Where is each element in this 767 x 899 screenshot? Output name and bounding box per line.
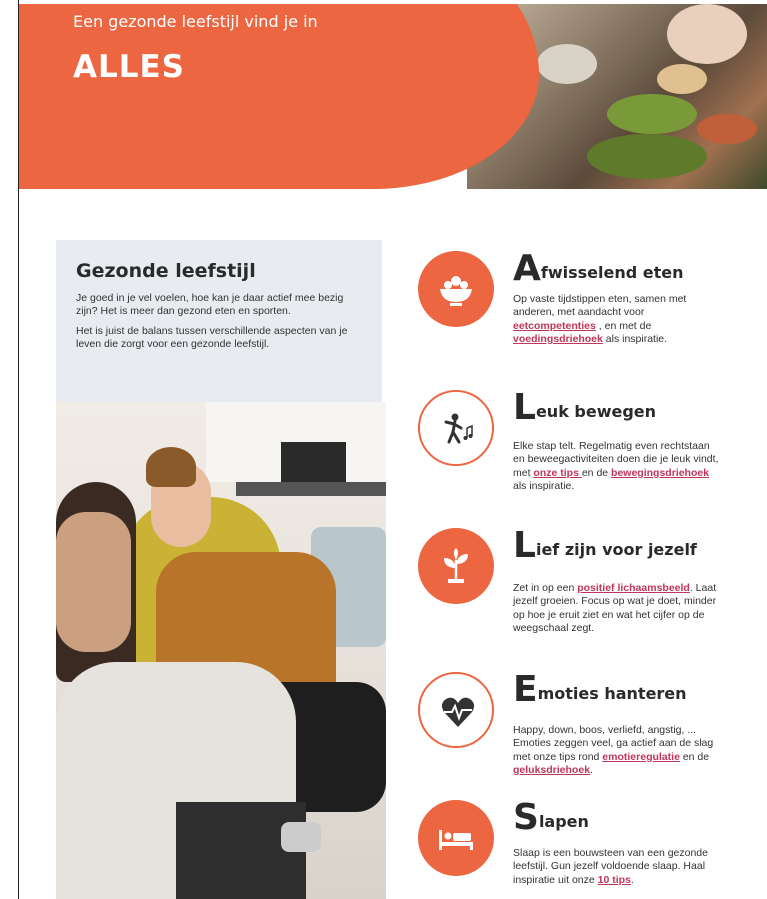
fruit-bowl-icon (418, 251, 494, 327)
intro-heading: Gezonde leefstijl (76, 260, 256, 282)
dancing-person-icon (418, 390, 494, 466)
link-positief-lichaamsbeeld[interactable]: positief lichaamsbeeld (577, 582, 690, 594)
topic-text: Op vaste tijdstippen eten, samen met and… (513, 293, 687, 345)
topic-title: Slapen (513, 797, 589, 838)
bed-icon (418, 800, 494, 876)
topic-text: Zet in op een positief lichaamsbeeld. La… (513, 582, 717, 634)
link-geluksdriehoek[interactable]: geluksdriehoek (513, 764, 590, 776)
topic-emoties-hanteren: Emoties hanteren Happy, down, boos, verl… (418, 672, 748, 802)
topic-text: Slaap is een bouwsteen van een gezonde l… (513, 847, 708, 886)
topic-title: Leuk bewegen (513, 387, 657, 428)
topic-text: Happy, down, boos, verliefd, angstig, ..… (513, 724, 714, 776)
link-onze-tips[interactable]: onze tips (533, 467, 581, 479)
topic-slapen: Slapen Slaap is een bouwsteen van een ge… (418, 800, 748, 899)
topic-title: Afwisselend eten (513, 248, 684, 289)
hero-orange-shape (19, 4, 539, 189)
topic-afwisselend-eten: Afwisselend eten Op vaste tijdstippen et… (418, 251, 748, 361)
link-voedingsdriehoek[interactable]: voedingsdriehoek (513, 333, 603, 345)
link-bewegingsdriehoek[interactable]: bewegingsdriehoek (611, 467, 709, 479)
hero-subtitle: Een gezonde leefstijl vind je in (73, 12, 318, 31)
intro-box: Gezonde leefstijl Je goed in je vel voel… (56, 240, 382, 402)
topic-text: Elke stap telt. Regelmatig even rechtsta… (513, 440, 719, 492)
hero-title: ALLES (73, 49, 186, 85)
link-10-tips[interactable]: 10 tips (598, 874, 631, 886)
topic-lief-zijn-voor-jezelf: Lief zijn voor jezelf Zet in op een posi… (418, 528, 748, 658)
plant-icon (418, 528, 494, 604)
topic-title: Emoties hanteren (513, 669, 687, 710)
hero-banner: Een gezonde leefstijl vind je in ALLES (19, 4, 767, 189)
link-emotieregulatie[interactable]: emotieregulatie (602, 751, 680, 763)
intro-paragraph-1: Je goed in je vel voelen, hoe kan je daa… (76, 292, 344, 317)
link-eetcompetenties[interactable]: eetcompetenties (513, 320, 596, 332)
heart-pulse-icon (418, 672, 494, 748)
topic-title: Lief zijn voor jezelf (513, 525, 697, 566)
people-photo (56, 402, 386, 899)
intro-paragraph-2: Het is juist de balans tussen verschille… (76, 325, 348, 350)
topic-leuk-bewegen: Leuk bewegen Elke stap telt. Regelmatig … (418, 390, 748, 500)
